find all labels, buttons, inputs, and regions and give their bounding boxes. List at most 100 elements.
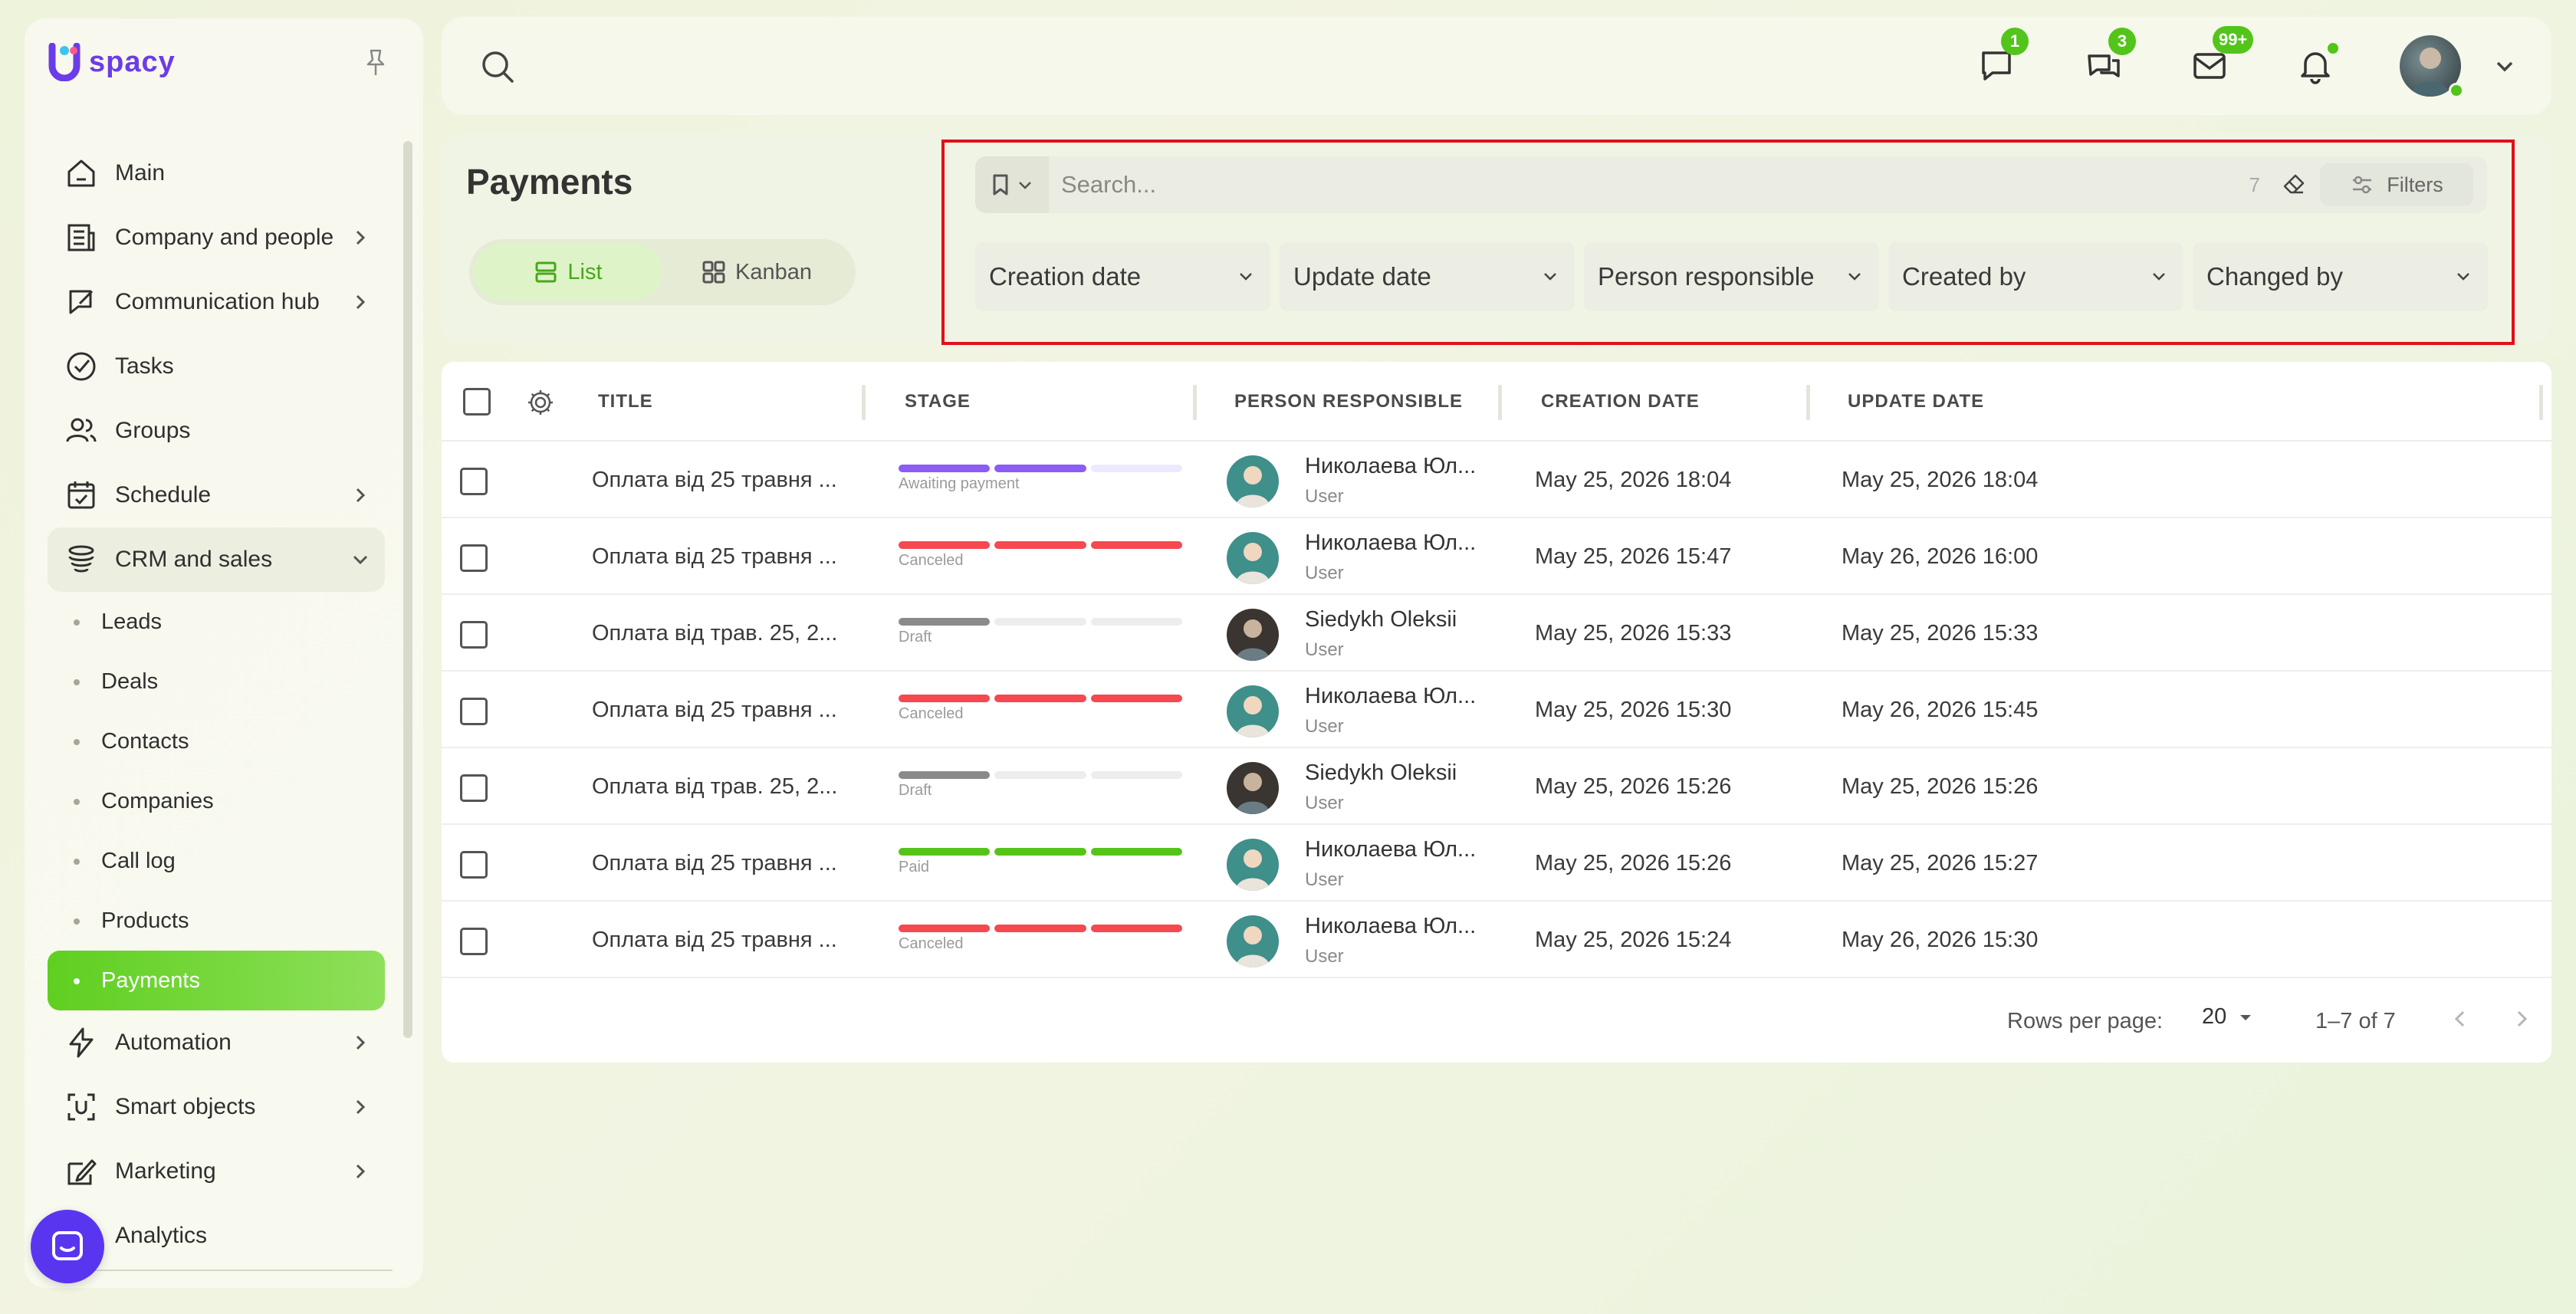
sidebar-item-main[interactable]: Main xyxy=(48,141,385,205)
person-avatar[interactable] xyxy=(1227,762,1279,814)
chevron-right-icon xyxy=(356,294,366,310)
sidebar-item-label: Marketing xyxy=(115,1158,216,1184)
column-title[interactable]: TITLE xyxy=(598,391,653,412)
filter-creation-date[interactable]: Creation date xyxy=(975,242,1270,311)
app-logo[interactable]: spacy xyxy=(48,42,176,82)
search-icon[interactable] xyxy=(478,48,517,86)
support-chat-button[interactable] xyxy=(31,1210,104,1283)
sidebar-item-company-and-people[interactable]: Company and people xyxy=(48,205,385,270)
update-date: May 25, 2026 15:27 xyxy=(1842,851,2039,875)
pin-icon[interactable] xyxy=(360,48,391,78)
sidebar-item-schedule[interactable]: Schedule xyxy=(48,463,385,527)
row-checkbox[interactable] xyxy=(460,698,488,725)
column-update-date[interactable]: UPDATE DATE xyxy=(1848,391,1984,412)
table-row[interactable]: Оплата від 25 травня ... Canceled Николаев… xyxy=(442,672,2551,748)
chat-button[interactable]: 1 xyxy=(1973,28,2029,89)
row-checkbox[interactable] xyxy=(460,544,488,572)
person-name[interactable]: Siedykh Oleksii xyxy=(1305,607,1457,632)
comments-button[interactable]: 3 xyxy=(2081,28,2136,89)
table-pagination: Rows per page: 20 1–7 of 7 xyxy=(442,981,2551,1058)
person-name[interactable]: Николаева Юл... xyxy=(1305,454,1476,479)
mail-button[interactable]: 99+ xyxy=(2187,26,2254,89)
saved-filters-button[interactable] xyxy=(975,156,1049,213)
column-resizer[interactable] xyxy=(1498,385,1502,420)
row-checkbox[interactable] xyxy=(460,468,488,495)
column-creation-date[interactable]: CREATION DATE xyxy=(1541,391,1700,412)
row-checkbox[interactable] xyxy=(460,774,488,802)
sidebar-item-label: Analytics xyxy=(115,1223,208,1248)
person-avatar[interactable] xyxy=(1227,609,1279,661)
table-row[interactable]: Оплата від 25 травня ... Canceled Николаев… xyxy=(442,902,2551,978)
person-name[interactable]: Николаева Юл... xyxy=(1305,837,1476,862)
row-title[interactable]: Оплата від 25 травня ... xyxy=(592,468,837,493)
person-avatar[interactable] xyxy=(1227,455,1279,508)
sidebar-scrollbar[interactable] xyxy=(403,141,412,1038)
sidebar-subitem-leads[interactable]: Leads xyxy=(48,592,385,652)
next-page-icon[interactable] xyxy=(2510,1007,2533,1030)
sidebar-item-groups[interactable]: Groups xyxy=(48,399,385,463)
row-title[interactable]: Оплата від трав. 25, 2... xyxy=(592,774,837,800)
sidebar-subitem-label: Call log xyxy=(101,848,176,873)
sidebar-item-communication-hub[interactable]: Communication hub xyxy=(48,270,385,334)
row-checkbox[interactable] xyxy=(460,928,488,955)
gear-icon[interactable] xyxy=(526,388,555,417)
row-title[interactable]: Оплата від 25 травня ... xyxy=(592,928,837,953)
filters-button[interactable]: Filters xyxy=(2320,163,2473,206)
rows-per-page-select[interactable]: 20 xyxy=(2202,1004,2254,1030)
row-title[interactable]: Оплата від 25 травня ... xyxy=(592,851,837,876)
notifications-button[interactable] xyxy=(2292,43,2338,89)
table-row[interactable]: Оплата від 25 травня ... Paid Николаева Юл… xyxy=(442,825,2551,902)
person-name[interactable]: Николаева Юл... xyxy=(1305,684,1476,709)
column-resizer[interactable] xyxy=(1806,385,1810,420)
row-title[interactable]: Оплата від 25 травня ... xyxy=(592,544,837,570)
sidebar-item-smart-objects[interactable]: Smart objects xyxy=(48,1075,385,1139)
person-avatar[interactable] xyxy=(1227,532,1279,584)
table-row[interactable]: Оплата від трав. 25, 2... Draft Siedykh Ol… xyxy=(442,748,2551,825)
sidebar-item-marketing[interactable]: Marketing xyxy=(48,1139,385,1204)
sidebar-subitem-call-log[interactable]: Call log xyxy=(48,831,385,891)
person-avatar[interactable] xyxy=(1227,685,1279,737)
prev-page-icon[interactable] xyxy=(2449,1007,2472,1030)
sidebar-item-automation[interactable]: Automation xyxy=(48,1010,385,1075)
filter-changed-by[interactable]: Changed by xyxy=(2193,242,2488,311)
clear-search-button[interactable] xyxy=(2274,165,2314,205)
sidebar-subitem-label: Contacts xyxy=(101,728,189,754)
chevron-right-icon xyxy=(356,488,366,503)
row-title[interactable]: Оплата від 25 травня ... xyxy=(592,698,837,723)
table-row[interactable]: Оплата від 25 травня ... Canceled Николаев… xyxy=(442,518,2551,595)
person-name[interactable]: Николаева Юл... xyxy=(1305,914,1476,939)
sidebar-subitem-contacts[interactable]: Contacts xyxy=(48,711,385,771)
table-row[interactable]: Оплата від трав. 25, 2... Draft Siedykh Ol… xyxy=(442,595,2551,672)
column-resizer[interactable] xyxy=(1193,385,1197,420)
stage-segment xyxy=(994,771,1086,779)
chevron-down-icon[interactable] xyxy=(2492,54,2518,80)
row-title[interactable]: Оплата від трав. 25, 2... xyxy=(592,621,837,646)
search-input[interactable] xyxy=(1049,156,2249,213)
row-checkbox[interactable] xyxy=(460,621,488,649)
row-checkbox[interactable] xyxy=(460,851,488,879)
column-person-responsible[interactable]: PERSON RESPONSIBLE xyxy=(1234,391,1463,412)
column-resizer[interactable] xyxy=(862,385,866,420)
column-resizer[interactable] xyxy=(2539,385,2543,420)
filter-created-by[interactable]: Created by xyxy=(1888,242,2183,311)
sidebar-item-tasks[interactable]: Tasks xyxy=(48,334,385,399)
creation-date: May 25, 2026 15:26 xyxy=(1535,774,1732,799)
person-name[interactable]: Siedykh Oleksii xyxy=(1305,760,1457,786)
select-all-checkbox[interactable] xyxy=(463,388,491,416)
update-date: May 26, 2026 16:00 xyxy=(1842,544,2039,569)
sidebar-subitem-deals[interactable]: Deals xyxy=(48,652,385,711)
view-kanban-button[interactable]: Kanban xyxy=(662,244,851,301)
stage-label: Canceled xyxy=(899,935,964,952)
filter-person-responsible[interactable]: Person responsible xyxy=(1584,242,1879,311)
view-list-button[interactable]: List xyxy=(474,244,662,301)
filter-update-date[interactable]: Update date xyxy=(1280,242,1575,311)
sidebar-subitem-products[interactable]: Products xyxy=(48,891,385,951)
person-avatar[interactable] xyxy=(1227,915,1279,967)
table-row[interactable]: Оплата від 25 травня ... Awaiting payment… xyxy=(442,442,2551,518)
sidebar-subitem-payments[interactable]: Payments xyxy=(48,951,385,1010)
sidebar-item-crm-and-sales[interactable]: CRM and sales xyxy=(48,527,385,592)
person-name[interactable]: Николаева Юл... xyxy=(1305,531,1476,556)
column-stage[interactable]: STAGE xyxy=(905,391,971,412)
sidebar-subitem-companies[interactable]: Companies xyxy=(48,771,385,831)
person-avatar[interactable] xyxy=(1227,839,1279,891)
